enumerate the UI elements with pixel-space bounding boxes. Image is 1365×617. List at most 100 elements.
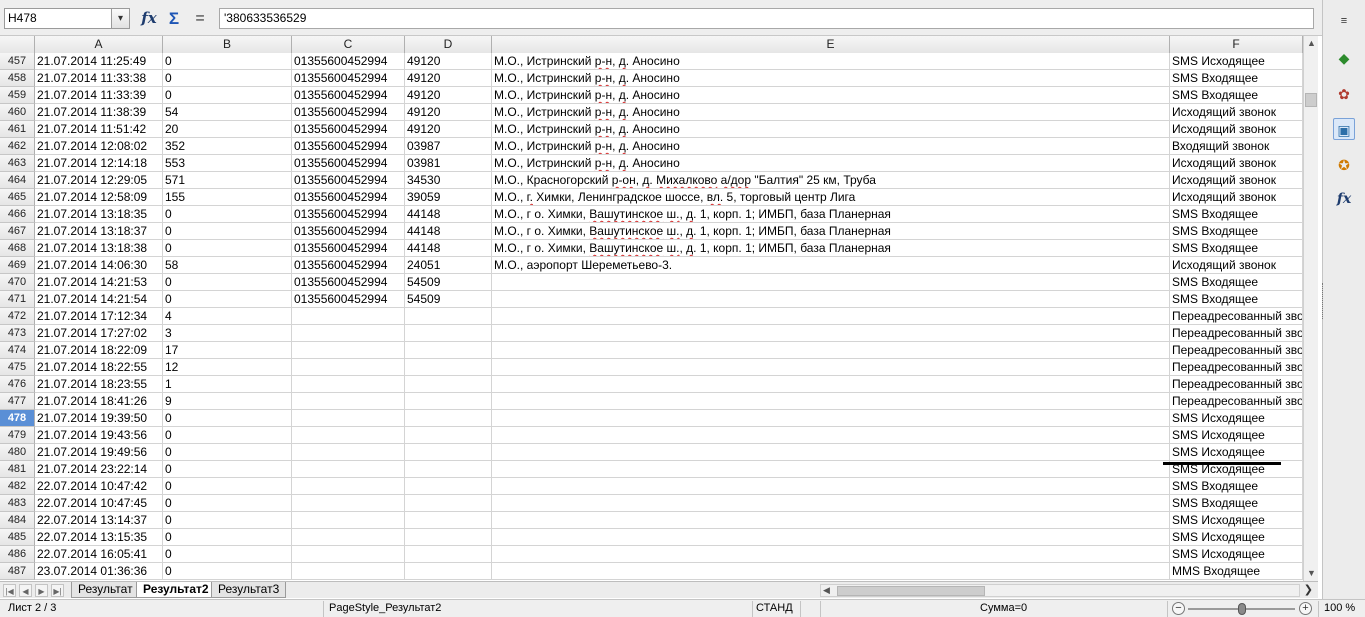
- scroll-left-icon[interactable]: ◀: [823, 585, 830, 596]
- cell-f[interactable]: SMS Исходящее: [1170, 427, 1303, 444]
- cell-f[interactable]: SMS Исходящее: [1170, 529, 1303, 546]
- cell-grid[interactable]: A B C D E F 457 21.07.2014 11:25:49 0 01355…: [0, 36, 1303, 581]
- cell-a[interactable]: 21.07.2014 18:22:55: [35, 359, 163, 376]
- cell-a[interactable]: 21.07.2014 11:51:42: [35, 121, 163, 138]
- last-sheet-icon[interactable]: ▶|: [51, 584, 64, 597]
- cell-b[interactable]: 9: [163, 393, 292, 410]
- cell-c[interactable]: [292, 427, 405, 444]
- cell-a[interactable]: 21.07.2014 11:25:49: [35, 53, 163, 70]
- cell-f[interactable]: SMS Входящее: [1170, 495, 1303, 512]
- vertical-scrollbar[interactable]: ▲ ▼: [1303, 36, 1318, 581]
- cell-d[interactable]: 44148: [405, 240, 492, 257]
- cell-b[interactable]: 4: [163, 308, 292, 325]
- cell-c[interactable]: [292, 410, 405, 427]
- cell-f[interactable]: SMS Исходящее: [1170, 546, 1303, 563]
- cell-e[interactable]: М.О., Истринский р-н, д. Аносино: [492, 121, 1170, 138]
- row-header[interactable]: 487: [0, 563, 35, 580]
- cell-c[interactable]: 01355600452994: [292, 87, 405, 104]
- row-header[interactable]: 474: [0, 342, 35, 359]
- row-header[interactable]: 464: [0, 172, 35, 189]
- cell-a[interactable]: 21.07.2014 14:21:54: [35, 291, 163, 308]
- cell-f[interactable]: Переадресованный звонок: [1170, 342, 1303, 359]
- row-header[interactable]: 485: [0, 529, 35, 546]
- column-header-d[interactable]: D: [405, 36, 492, 53]
- cell-c[interactable]: [292, 359, 405, 376]
- cell-a[interactable]: 21.07.2014 19:43:56: [35, 427, 163, 444]
- row-header[interactable]: 458: [0, 70, 35, 87]
- cell-a[interactable]: 21.07.2014 14:21:53: [35, 274, 163, 291]
- row-header[interactable]: 459: [0, 87, 35, 104]
- cell-d[interactable]: [405, 512, 492, 529]
- cell-e[interactable]: [492, 359, 1170, 376]
- cell-d[interactable]: 54509: [405, 274, 492, 291]
- cell-d[interactable]: [405, 546, 492, 563]
- cell-e[interactable]: [492, 342, 1170, 359]
- cell-e[interactable]: [492, 529, 1170, 546]
- cell-f[interactable]: Входящий звонок: [1170, 138, 1303, 155]
- cell-d[interactable]: 49120: [405, 121, 492, 138]
- cell-a[interactable]: 21.07.2014 18:22:09: [35, 342, 163, 359]
- cell-b[interactable]: 12: [163, 359, 292, 376]
- cell-c[interactable]: [292, 444, 405, 461]
- cell-e[interactable]: М.О., г о. Химки, Вашутинское ш., д. 1, …: [492, 240, 1170, 257]
- zoom-out-icon[interactable]: −: [1172, 602, 1185, 615]
- cell-e[interactable]: М.О., Истринский р-н, д. Аносино: [492, 53, 1170, 70]
- row-header[interactable]: 484: [0, 512, 35, 529]
- status-sum[interactable]: Сумма=0: [980, 600, 1027, 617]
- zoom-slider-knob[interactable]: [1237, 603, 1246, 615]
- cell-f[interactable]: Переадресованный звонок: [1170, 359, 1303, 376]
- row-header[interactable]: 468: [0, 240, 35, 257]
- cell-a[interactable]: 21.07.2014 19:39:50: [35, 410, 163, 427]
- cell-d[interactable]: [405, 410, 492, 427]
- cell-e[interactable]: [492, 563, 1170, 580]
- cell-b[interactable]: 0: [163, 512, 292, 529]
- cell-a[interactable]: 23.07.2014 01:36:36: [35, 563, 163, 580]
- cell-a[interactable]: 21.07.2014 17:27:02: [35, 325, 163, 342]
- zoom-level[interactable]: 100 %: [1324, 600, 1355, 617]
- sum-icon[interactable]: Σ: [163, 8, 185, 29]
- cell-b[interactable]: 54: [163, 104, 292, 121]
- row-header[interactable]: 472: [0, 308, 35, 325]
- cell-f[interactable]: SMS Входящее: [1170, 87, 1303, 104]
- row-header[interactable]: 462: [0, 138, 35, 155]
- cell-a[interactable]: 21.07.2014 12:58:09: [35, 189, 163, 206]
- cell-e[interactable]: [492, 393, 1170, 410]
- column-header-f[interactable]: F: [1170, 36, 1303, 53]
- cell-e[interactable]: [492, 444, 1170, 461]
- cell-f[interactable]: Исходящий звонок: [1170, 172, 1303, 189]
- cell-f[interactable]: SMS Входящее: [1170, 70, 1303, 87]
- cell-c[interactable]: [292, 461, 405, 478]
- cell-e[interactable]: [492, 274, 1170, 291]
- cell-a[interactable]: 21.07.2014 11:38:39: [35, 104, 163, 121]
- cell-b[interactable]: 553: [163, 155, 292, 172]
- row-header[interactable]: 475: [0, 359, 35, 376]
- row-header[interactable]: 479: [0, 427, 35, 444]
- row-header[interactable]: 481: [0, 461, 35, 478]
- column-header-e[interactable]: E: [492, 36, 1170, 53]
- navigator-icon[interactable]: ✪: [1333, 154, 1355, 176]
- row-header[interactable]: 473: [0, 325, 35, 342]
- cell-c[interactable]: 01355600452994: [292, 274, 405, 291]
- previous-sheet-icon[interactable]: ◀: [19, 584, 32, 597]
- cell-e[interactable]: М.О., Истринский р-н, д. Аносино: [492, 70, 1170, 87]
- cell-f[interactable]: Исходящий звонок: [1170, 104, 1303, 121]
- cell-e[interactable]: [492, 291, 1170, 308]
- cell-d[interactable]: [405, 529, 492, 546]
- cell-b[interactable]: 0: [163, 274, 292, 291]
- cell-b[interactable]: 0: [163, 563, 292, 580]
- cell-d[interactable]: [405, 461, 492, 478]
- styles-icon[interactable]: ✿: [1333, 83, 1355, 105]
- cell-f[interactable]: SMS Исходящее: [1170, 444, 1303, 461]
- row-header[interactable]: 463: [0, 155, 35, 172]
- cell-e[interactable]: [492, 308, 1170, 325]
- cell-d[interactable]: 44148: [405, 206, 492, 223]
- cell-c[interactable]: 01355600452994: [292, 155, 405, 172]
- cell-b[interactable]: 0: [163, 70, 292, 87]
- cell-c[interactable]: [292, 563, 405, 580]
- cell-f[interactable]: SMS Входящее: [1170, 478, 1303, 495]
- cell-b[interactable]: 0: [163, 478, 292, 495]
- cell-c[interactable]: 01355600452994: [292, 257, 405, 274]
- gallery-icon[interactable]: ▣: [1333, 118, 1355, 140]
- cell-f[interactable]: SMS Входящее: [1170, 291, 1303, 308]
- row-header[interactable]: 480: [0, 444, 35, 461]
